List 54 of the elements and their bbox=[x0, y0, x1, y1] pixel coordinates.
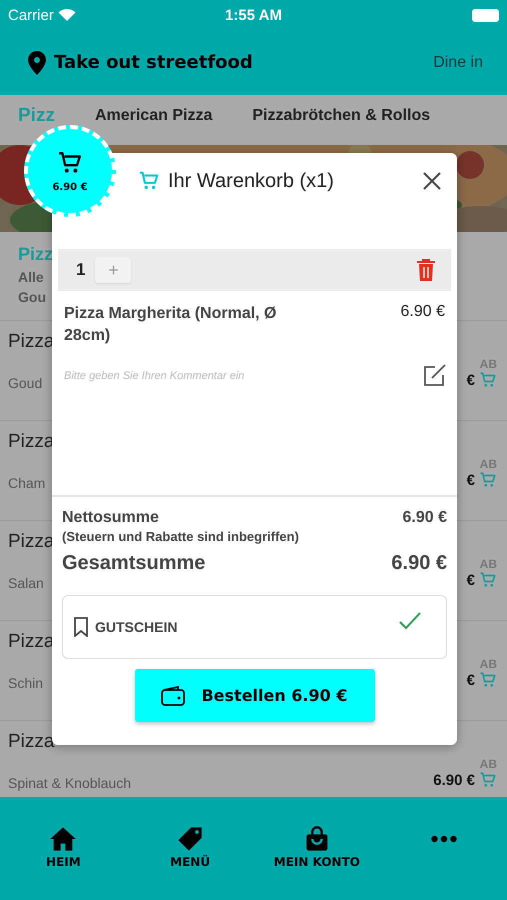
cart-icon bbox=[479, 371, 497, 389]
close-icon[interactable] bbox=[421, 170, 443, 192]
product-price: € bbox=[466, 672, 475, 688]
location-title: Take out streetfood bbox=[54, 52, 253, 73]
trash-icon[interactable] bbox=[415, 258, 437, 282]
grand-total-value: 6.90 € bbox=[391, 552, 447, 575]
item-quantity: 1 bbox=[76, 260, 86, 280]
category-title: Pizz bbox=[18, 244, 54, 265]
item-price: 6.90 € bbox=[400, 303, 445, 322]
grand-total-label: Gesamtsumme bbox=[62, 552, 206, 575]
cart-icon bbox=[479, 571, 497, 589]
product-description: Goud bbox=[8, 375, 44, 391]
dine-in-link[interactable]: Dine in bbox=[433, 54, 483, 72]
status-time: 1:55 AM bbox=[225, 6, 282, 24]
product-description: Salan bbox=[8, 575, 45, 591]
cart-icon bbox=[479, 671, 497, 689]
category-tab[interactable]: Pizzabrötchen & Rollos bbox=[252, 107, 430, 125]
tax-note: (Steuern und Rabatte sind inbegriffen) bbox=[62, 529, 300, 544]
category-description: Gou bbox=[18, 289, 46, 305]
home-icon bbox=[49, 825, 78, 853]
product-title: Pizza bbox=[8, 731, 56, 753]
battery-icon bbox=[472, 8, 499, 22]
product-description: Cham bbox=[8, 475, 46, 491]
product-description: Schin bbox=[8, 675, 44, 691]
product-price: 6.90 € bbox=[433, 772, 475, 788]
category-description: Alle bbox=[18, 269, 44, 285]
tag-icon bbox=[176, 825, 204, 853]
product-price: € bbox=[466, 472, 475, 488]
order-button[interactable]: Bestellen 6.90 € bbox=[134, 669, 374, 722]
cart-icon bbox=[479, 771, 497, 789]
bookmark-icon bbox=[73, 617, 89, 637]
nav-tab[interactable]: MEIN KONTO bbox=[254, 825, 380, 869]
nav-tab[interactable]: HEIM bbox=[0, 825, 127, 869]
cart-total: 6.90 € bbox=[52, 182, 88, 192]
item-name: Pizza Margherita (Normal, Ø 28cm) bbox=[64, 304, 278, 346]
comment-field[interactable]: Bitte geben Sie Ihren Kommentar ein bbox=[64, 370, 364, 382]
wifi-icon bbox=[58, 8, 76, 22]
carrier-name: Carrier bbox=[8, 6, 54, 24]
net-total-label: Nettosumme bbox=[62, 509, 159, 527]
location-pin-icon bbox=[28, 50, 46, 74]
product-description: Spinat & Knoblauch bbox=[8, 775, 131, 791]
cart-icon bbox=[479, 471, 497, 489]
product-price: € bbox=[466, 572, 475, 588]
cart-icon bbox=[57, 150, 83, 176]
net-total-value: 6.90 € bbox=[402, 509, 447, 527]
product-price: € bbox=[466, 372, 475, 388]
edit-icon[interactable] bbox=[421, 363, 447, 389]
nav-tab[interactable]: MENÜ bbox=[126, 825, 254, 869]
category-tab[interactable]: American Pizza bbox=[94, 107, 212, 125]
cart-icon bbox=[138, 170, 160, 192]
wallet-icon bbox=[161, 686, 186, 706]
more-icon bbox=[430, 835, 457, 843]
dialog-title: Ihr Warenkorb (x1) bbox=[168, 170, 334, 192]
voucher-button[interactable]: GUTSCHEIN bbox=[62, 595, 447, 659]
